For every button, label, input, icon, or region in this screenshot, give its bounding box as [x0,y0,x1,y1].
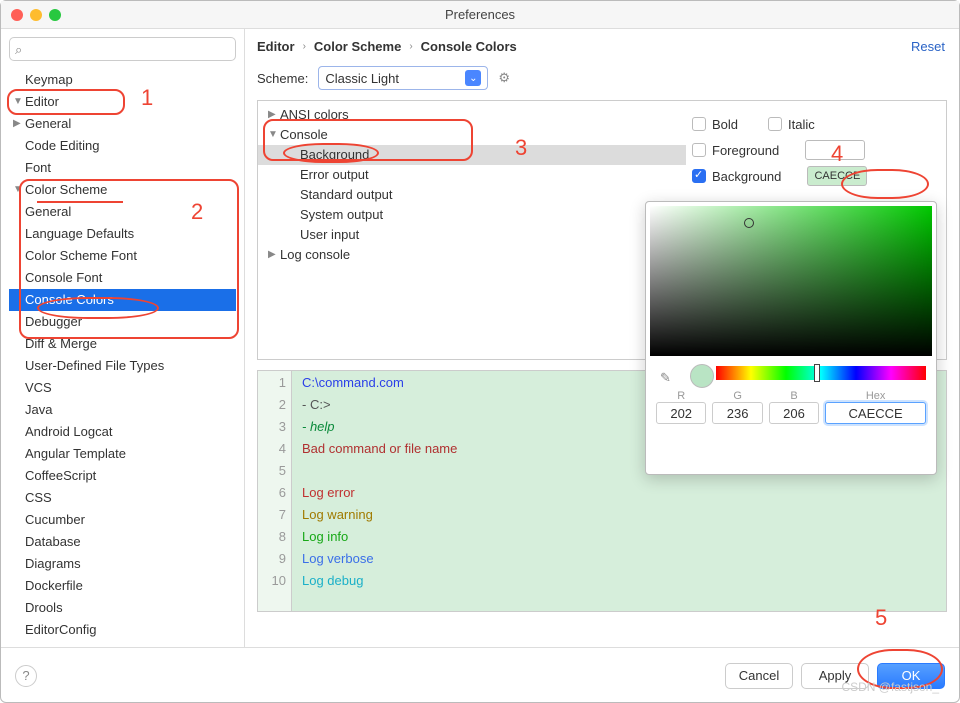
hue-slider[interactable] [716,366,926,380]
picker-hex-input[interactable] [825,402,926,424]
foreground-swatch [805,140,865,160]
crumb-console-colors: Console Colors [421,39,517,54]
picker-cursor[interactable] [744,218,754,228]
saturation-field[interactable] [650,206,932,356]
attr-log-console[interactable]: ▶Log console [258,245,686,265]
bold-label: Bold [712,117,738,132]
zoom-icon[interactable] [49,9,61,21]
chevron-updown-icon: ⌄ [465,70,481,86]
sidebar-item-editor[interactable]: ▼Editor [9,91,236,113]
sidebar-item-debugger[interactable]: Debugger [9,311,236,333]
sidebar-item-keymap[interactable]: Keymap [9,69,236,91]
preview-line: 8Log info [258,525,946,547]
foreground-label: Foreground [712,143,779,158]
attr-ansi-colors[interactable]: ▶ANSI colors [258,105,686,125]
sidebar: ⌕ Keymap▼Editor▶GeneralCode EditingFont▼… [1,29,245,647]
sidebar-item-language-defaults[interactable]: Language Defaults [9,223,236,245]
attr-error-output[interactable]: Error output [258,165,686,185]
sidebar-item-css[interactable]: CSS [9,487,236,509]
crumb-color-scheme[interactable]: Color Scheme [314,39,401,54]
attr-standard-output[interactable]: Standard output [258,185,686,205]
minimize-icon[interactable] [30,9,42,21]
search-icon: ⌕ [15,42,22,58]
reset-link[interactable]: Reset [911,39,945,54]
sidebar-item-cucumber[interactable]: Cucumber [9,509,236,531]
sidebar-item-color-scheme-font[interactable]: Color Scheme Font [9,245,236,267]
background-label: Background [712,169,781,184]
attr-console[interactable]: ▼Console [258,125,686,145]
annotation-2-underline [37,201,123,203]
sidebar-item-general[interactable]: ▶General [9,113,236,135]
sidebar-item-coffeescript[interactable]: CoffeeScript [9,465,236,487]
italic-label: Italic [788,117,815,132]
background-checkbox[interactable] [692,169,706,183]
sidebar-item-general[interactable]: General [9,201,236,223]
preview-line: 10Log debug [258,569,946,591]
eyedropper-icon[interactable]: ✎ [660,370,671,386]
scheme-label: Scheme: [257,71,308,86]
chevron-right-icon: › [409,41,412,52]
sidebar-item-drools[interactable]: Drools [9,597,236,619]
bold-checkbox [692,117,706,131]
sidebar-item-color-scheme[interactable]: ▼Color Scheme [9,179,236,201]
sidebar-item-console-font[interactable]: Console Font [9,267,236,289]
gear-icon[interactable]: ⚙ [498,70,510,86]
picker-b-input[interactable] [769,402,819,424]
attr-user-input[interactable]: User input [258,225,686,245]
cancel-button[interactable]: Cancel [725,663,793,689]
sidebar-item-android-logcat[interactable]: Android Logcat [9,421,236,443]
scheme-value: Classic Light [325,71,399,86]
foreground-checkbox [692,143,706,157]
titlebar: Preferences [1,1,959,29]
color-picker[interactable]: ✎ R G B Hex [645,201,937,475]
italic-checkbox [768,117,782,131]
sidebar-item-java[interactable]: Java [9,399,236,421]
window-title: Preferences [1,7,959,22]
attributes-tree[interactable]: ▶ANSI colors▼ConsoleBackgroundError outp… [258,101,686,359]
preview-line: 7Log warning [258,503,946,525]
scheme-dropdown[interactable]: Classic Light ⌄ [318,66,488,90]
sidebar-item-diff-merge[interactable]: Diff & Merge [9,333,236,355]
watermark: CSDN @fastjson_ [841,680,939,694]
preview-line: 6Log error [258,481,946,503]
sidebar-item-dockerfile[interactable]: Dockerfile [9,575,236,597]
attr-background[interactable]: Background [258,145,686,165]
sidebar-item-font[interactable]: Font [9,157,236,179]
color-preview-swatch [690,364,714,388]
background-swatch[interactable]: CAECCE [807,166,867,186]
sidebar-item-editorconfig[interactable]: EditorConfig [9,619,236,641]
sidebar-item-console-colors[interactable]: Console Colors [9,289,236,311]
sidebar-item-angular-template[interactable]: Angular Template [9,443,236,465]
picker-r-input[interactable] [656,402,706,424]
help-button[interactable]: ? [15,665,37,687]
sidebar-item-user-defined-file-types[interactable]: User-Defined File Types [9,355,236,377]
search-field: ⌕ [9,37,236,61]
sidebar-item-vcs[interactable]: VCS [9,377,236,399]
breadcrumb: Editor › Color Scheme › Console Colors [257,39,947,54]
hue-thumb[interactable] [814,364,820,382]
chevron-right-icon: › [303,41,306,52]
close-icon[interactable] [11,9,23,21]
search-input[interactable] [9,37,236,61]
sidebar-item-code-editing[interactable]: Code Editing [9,135,236,157]
sidebar-item-database[interactable]: Database [9,531,236,553]
picker-g-input[interactable] [712,402,762,424]
sidebar-item-diagrams[interactable]: Diagrams [9,553,236,575]
crumb-editor[interactable]: Editor [257,39,295,54]
preview-line: 9Log verbose [258,547,946,569]
attr-system-output[interactable]: System output [258,205,686,225]
